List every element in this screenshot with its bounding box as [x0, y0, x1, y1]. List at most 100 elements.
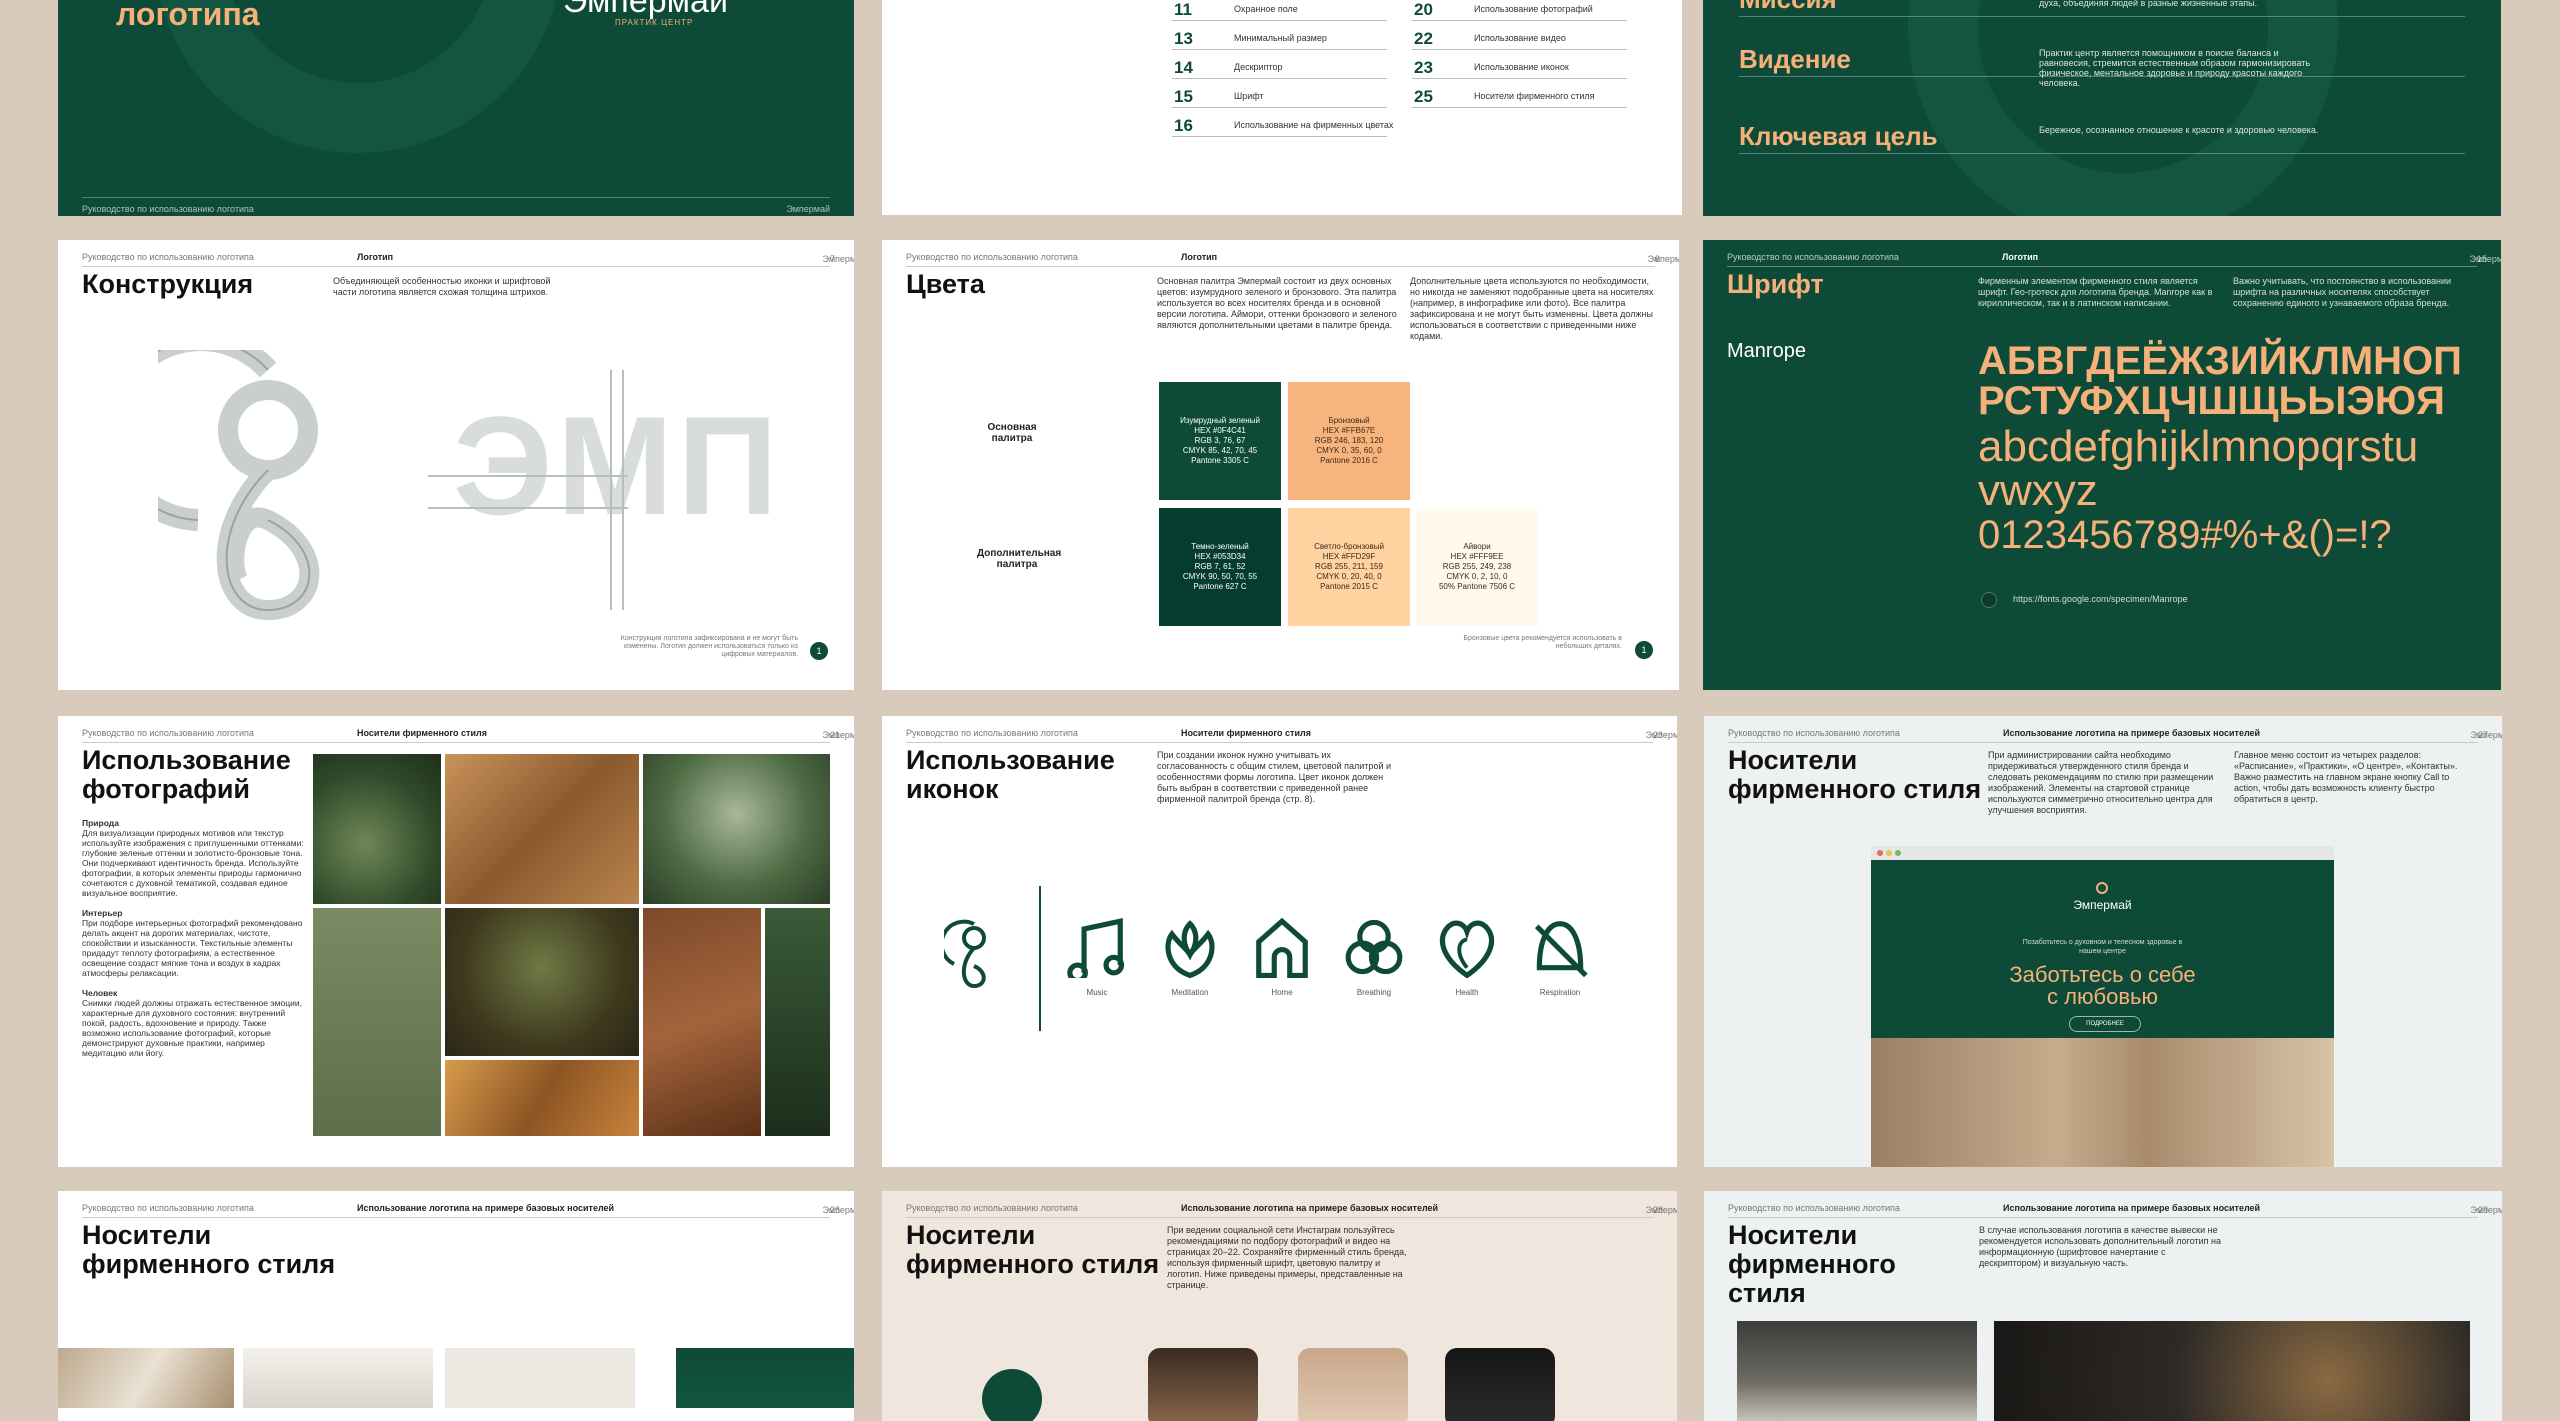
slide-title: Носители фирменного стиля	[82, 1221, 335, 1279]
slide-icons[interactable]: Руководство по использованию логотипа Но…	[882, 716, 1677, 1167]
toc-row[interactable]: 20 Использование фотографий	[1412, 0, 1627, 21]
color-swatch: Светло-бронзовый HEX #FFD29F RGB 255, 211,…	[1288, 508, 1410, 626]
color-swatch: Айвори HEX #FFF9EE RGB 255, 249, 238 CMYK 0…	[1416, 508, 1538, 626]
toc-row[interactable]: 11 Охранное поле	[1172, 0, 1387, 21]
slide-title: Шрифт	[1727, 269, 1824, 299]
toc-item-label: Использование фотографий	[1474, 4, 1593, 14]
icon-item[interactable]: Meditation	[1150, 916, 1230, 997]
toc-row[interactable]: 14 Дескриптор	[1172, 50, 1387, 79]
toc-row[interactable]: 16 Использование на фирменных цветах	[1172, 108, 1393, 137]
header-right: Эмпермай 15	[2469, 252, 2501, 264]
toc-item-label: Шрифт	[1234, 91, 1264, 101]
swatch-pantone: Pantone 2015 C	[1320, 582, 1378, 591]
toc-item-label: Использование видео	[1474, 33, 1566, 43]
header-left: Руководство по использованию логотипа	[1728, 728, 1900, 738]
toc-item-label: Минимальный размер	[1234, 33, 1327, 43]
primary-palette-label: Основная палитра	[987, 422, 1037, 444]
site-text: Позаботьтесь о духовном и телесном здоро…	[2022, 939, 2183, 955]
toc-item-label: Охранное поле	[1234, 4, 1298, 14]
slide-title: логотипа	[116, 0, 260, 32]
music-icon	[1067, 917, 1125, 978]
title-line-3: стиля	[1728, 1278, 1806, 1308]
page-number: 28	[1653, 1205, 1664, 1215]
swatch-rgb: RGB 255, 249, 238	[1442, 562, 1512, 571]
mission-value: Практик центр является помощником в поис…	[2039, 48, 2311, 88]
bg-swirl-decoration	[1908, 0, 2338, 216]
slide-construction[interactable]: Руководство по использованию логотипа Ло…	[58, 240, 854, 690]
header-right: Эмпермай 8	[1647, 252, 1679, 264]
slide-title: Использование иконок	[906, 746, 1115, 804]
site-cta-button[interactable]: ПОДРОБНЕЕ	[2069, 1016, 2141, 1032]
swatch-cmyk: CMYK 0, 2, 10, 0	[1446, 572, 1508, 581]
slide-brand-carriers-2[interactable]: Руководство по использованию логотипа Ис…	[882, 1191, 1677, 1421]
slide-mission[interactable]: Миссия Наша миссия — создавать пространст…	[1703, 0, 2501, 216]
slide-colors[interactable]: Руководство по использованию логотипа Ло…	[882, 240, 1679, 690]
header-right: Эмпермай 28	[1645, 1203, 1677, 1215]
toc-row[interactable]: 23 Использование иконок	[1412, 50, 1627, 79]
slide-header: Руководство по использованию логотипа Ло…	[1727, 250, 2501, 267]
browser-dot-icon	[1877, 850, 1883, 856]
icons-divider	[1039, 886, 1041, 1031]
carriers-text: При ведении социальной сети Инстаграм по…	[1167, 1225, 1407, 1290]
lowercase-line-2: vwxyz	[1978, 466, 2098, 515]
slide-header: Руководство по использованию логотипа Ис…	[82, 1201, 854, 1218]
meditation-icon	[1165, 920, 1215, 978]
toc-row[interactable]: 25 Носители фирменного стиля	[1412, 79, 1627, 108]
footer-right: Эмпермай	[786, 204, 830, 214]
page-number: 15	[2477, 254, 2488, 264]
swatch-pantone: 50% Pantone 7506 C	[1438, 582, 1516, 591]
header-left: Руководство по использованию логотипа	[906, 728, 1078, 738]
page-number: 27	[2478, 730, 2489, 740]
slide-brand-carriers-3[interactable]: Руководство по использованию логотипа Ис…	[1704, 1191, 2502, 1421]
toc-page-number: 22	[1414, 29, 1433, 48]
icon-item[interactable]: Respiration	[1520, 916, 1600, 997]
icon-item[interactable]: Home	[1242, 916, 1322, 997]
construction-guide-lines	[428, 475, 628, 509]
slide-photos[interactable]: Руководство по использованию логотипа Но…	[58, 716, 854, 1167]
color-swatch: Изумрудный зеленый HEX #0F4C41 RGB 3, 76, …	[1159, 382, 1281, 500]
title-line-2: фирменного стиля	[906, 1249, 1160, 1279]
font-link[interactable]: https://fonts.google.com/specimen/Manrop…	[2013, 594, 2188, 604]
mission-row: Ключевая цель Бережное, осознанное отноше…	[1739, 113, 2465, 154]
slide-website[interactable]: Руководство по использованию логотипа Ис…	[1704, 716, 2502, 1167]
font-text-2: Важно учитывать, что постоянство в испол…	[2233, 276, 2452, 308]
page-number: 29	[2478, 1205, 2489, 1215]
swatch-hex: HEX #FFD29F	[1322, 552, 1376, 561]
website-text-1: При администрировании сайта необходимо п…	[1988, 750, 2214, 815]
slide-brand-carriers-1[interactable]: Руководство по использованию логотипа Ис…	[58, 1191, 854, 1421]
icon-label: Meditation	[1171, 988, 1209, 997]
slide-font[interactable]: Руководство по использованию логотипа Ло…	[1703, 240, 2501, 690]
toc-row[interactable]: 22 Использование видео	[1412, 21, 1627, 50]
title-line-2: фирменного	[1728, 1249, 1896, 1279]
slide-table-of-contents[interactable]: 11 Охранное поле 13 Минимальный размер 14 Дес…	[882, 0, 1682, 215]
slide-logo-intro[interactable]: логотипа Эмпермай ПРАКТИК ЦЕНТР Руководс…	[58, 0, 854, 216]
icon-item[interactable]: Breathing	[1334, 916, 1414, 997]
header-section: Использование логотипа на примере базовы…	[2003, 1203, 2261, 1213]
site-brand: Эмпермай	[2073, 898, 2132, 912]
slide-title: Конструкция	[82, 269, 254, 299]
secondary-palette-label: Дополнительная палитра	[977, 548, 1062, 570]
title-line-1: Носители	[1728, 745, 1858, 775]
toc-row[interactable]: 13 Минимальный размер	[1172, 21, 1387, 50]
icon-label: Respiration	[1539, 988, 1581, 997]
swatch-rgb: RGB 246, 183, 120	[1314, 436, 1384, 445]
mission-row: Миссия Наша миссия — создавать пространст…	[1739, 0, 2465, 17]
slide-description: Объединяющей особенностью иконки и шрифт…	[333, 276, 551, 297]
toc-page-number: 13	[1174, 29, 1193, 48]
slide-title: Носители фирменного стиля	[906, 1221, 1159, 1279]
browser-toolbar	[1871, 846, 2334, 860]
icon-label: Breathing	[1356, 988, 1392, 997]
colors-note: Бронзовые цвета рекомендуется использова…	[1463, 635, 1622, 650]
header-right: Эмпермай 26	[822, 1203, 854, 1215]
title-line-1: Носители	[1728, 1220, 1858, 1250]
toc-page-number: 11	[1174, 0, 1192, 19]
icon-item[interactable]: Health	[1427, 916, 1507, 997]
toc-page-number: 15	[1174, 87, 1193, 106]
footer-left: Руководство по использованию логотипа	[82, 204, 254, 214]
slide-header: Руководство по использованию логотипа Ис…	[906, 1201, 1677, 1218]
toc-row[interactable]: 15 Шрифт	[1172, 79, 1387, 108]
icon-item[interactable]: Music	[1057, 916, 1137, 997]
page-number: 23	[1653, 730, 1664, 740]
slide-header: Руководство по использованию логотипа Ис…	[1728, 1201, 2502, 1218]
swatch-hex: HEX #0F4C41	[1194, 426, 1246, 435]
